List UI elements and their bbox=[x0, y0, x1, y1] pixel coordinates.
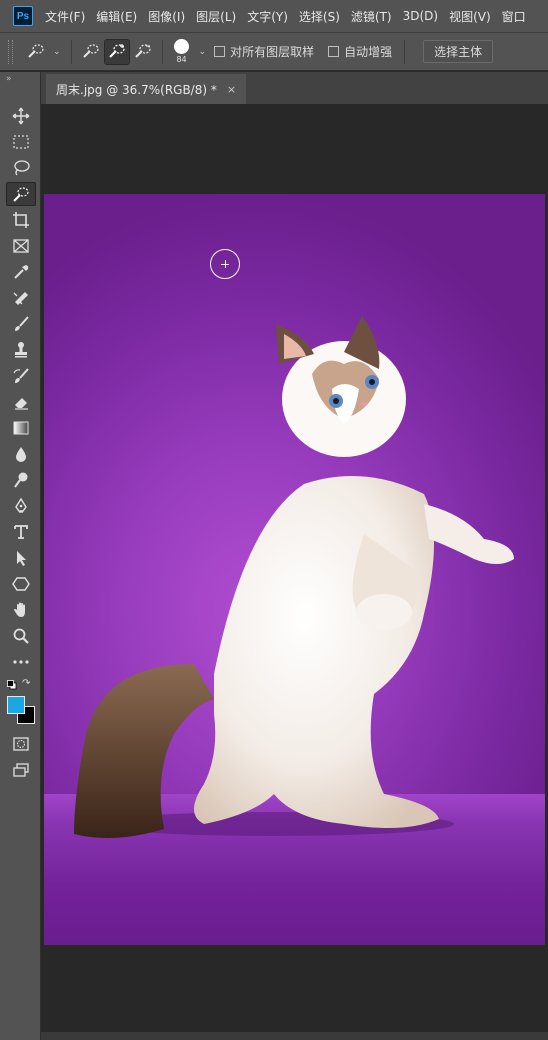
drop-icon bbox=[16, 447, 26, 462]
subtract-from-selection-button[interactable] bbox=[130, 39, 156, 65]
crop-icon bbox=[13, 212, 29, 228]
options-bar: ⌄ 84 ⌄ 对所有图层取样 自动增强 选择主体 bbox=[0, 33, 548, 71]
brush-tip-icon bbox=[174, 39, 190, 54]
magnifier-icon bbox=[13, 628, 29, 644]
brush-tool[interactable] bbox=[6, 312, 36, 336]
new-selection-button[interactable] bbox=[78, 39, 104, 65]
menu-bar: Ps 文件(F) 编辑(E) 图像(I) 图层(L) 文字(Y) 选择(S) 滤… bbox=[0, 0, 548, 33]
move-tool[interactable] bbox=[6, 104, 36, 128]
chevron-down-icon[interactable]: ⌄ bbox=[53, 47, 61, 57]
auto-enhance-checkbox[interactable] bbox=[328, 46, 340, 57]
document-canvas[interactable] bbox=[44, 194, 545, 945]
bandage-icon bbox=[13, 292, 28, 305]
auto-enhance-label: 自动增强 bbox=[344, 45, 393, 59]
lasso-tool[interactable] bbox=[6, 156, 36, 180]
sample-all-layers-label: 对所有图层取样 bbox=[230, 45, 315, 59]
eyedropper-tool[interactable] bbox=[6, 260, 36, 284]
chevron-down-icon[interactable]: ⌄ bbox=[199, 47, 207, 57]
close-icon[interactable]: × bbox=[227, 83, 236, 96]
foreground-color-swatch[interactable] bbox=[7, 696, 25, 714]
menu-image[interactable]: 图像(I) bbox=[148, 8, 185, 25]
blur-tool[interactable] bbox=[6, 442, 36, 466]
menu-layer[interactable]: 图层(L) bbox=[196, 8, 236, 25]
sample-all-layers-checkbox[interactable] bbox=[214, 46, 226, 57]
menu-3d[interactable]: 3D(D) bbox=[403, 9, 438, 23]
frame-icon bbox=[13, 239, 29, 253]
screen-mode-icon bbox=[13, 763, 29, 777]
add-selection-icon bbox=[108, 43, 125, 58]
crop-tool[interactable] bbox=[6, 208, 36, 232]
ellipsis-icon bbox=[13, 660, 29, 664]
rect-marquee-icon bbox=[13, 135, 29, 149]
menu-filter[interactable]: 滤镜(T) bbox=[351, 8, 392, 25]
quick-mask-button[interactable] bbox=[6, 732, 36, 756]
brush-size-value: 84 bbox=[176, 55, 187, 64]
marquee-tool[interactable] bbox=[6, 130, 36, 154]
workspace[interactable] bbox=[41, 104, 548, 1032]
separator bbox=[161, 39, 163, 64]
quick-select-preset-icon bbox=[28, 43, 44, 58]
new-selection-icon bbox=[82, 43, 99, 58]
photoshop-logo-icon[interactable]: Ps bbox=[13, 6, 33, 26]
hand-tool[interactable] bbox=[6, 598, 36, 622]
toolbox-collapse-icon[interactable]: » bbox=[0, 72, 40, 86]
pen-tool[interactable] bbox=[6, 494, 36, 518]
menu-type[interactable]: 文字(Y) bbox=[247, 8, 288, 25]
dodge-tool[interactable] bbox=[6, 468, 36, 492]
document-tab[interactable]: 周末.jpg @ 36.7%(RGB/8) * × bbox=[46, 74, 247, 104]
move-icon bbox=[12, 107, 30, 125]
document-tab-bar: 周末.jpg @ 36.7%(RGB/8) * × bbox=[41, 72, 548, 104]
separator bbox=[70, 39, 72, 64]
stamp-icon bbox=[15, 342, 27, 358]
arrow-icon bbox=[17, 551, 26, 566]
tool-preset-picker[interactable] bbox=[23, 39, 49, 65]
menu-view[interactable]: 视图(V) bbox=[449, 8, 491, 25]
hand-icon bbox=[14, 602, 25, 617]
more-tools[interactable] bbox=[6, 650, 36, 674]
eraser-icon bbox=[15, 398, 28, 410]
hexagon-icon bbox=[12, 577, 30, 591]
gradient-tool[interactable] bbox=[6, 416, 36, 440]
toolbox: » ↷ bbox=[0, 72, 41, 1040]
screen-mode-button[interactable] bbox=[6, 758, 36, 782]
brush-icon bbox=[15, 316, 29, 331]
clone-stamp-tool[interactable] bbox=[6, 338, 36, 362]
menu-file[interactable]: 文件(F) bbox=[45, 8, 85, 25]
history-brush-icon bbox=[13, 368, 29, 383]
dodge-icon bbox=[14, 472, 28, 488]
document-tab-title: 周末.jpg @ 36.7%(RGB/8) * bbox=[56, 82, 217, 97]
menu-window[interactable]: 窗口 bbox=[502, 8, 526, 25]
menu-edit[interactable]: 编辑(E) bbox=[96, 8, 137, 25]
healing-brush-tool[interactable] bbox=[6, 286, 36, 310]
eyedropper-icon bbox=[14, 265, 29, 279]
quick-mask-icon bbox=[13, 737, 29, 751]
path-selection-tool[interactable] bbox=[6, 546, 36, 570]
cat-photo bbox=[74, 316, 514, 838]
quick-select-icon bbox=[13, 187, 29, 202]
lasso-icon bbox=[14, 160, 30, 176]
subtract-selection-icon bbox=[134, 43, 151, 58]
options-grip[interactable] bbox=[8, 39, 13, 64]
pen-icon bbox=[15, 497, 27, 513]
swap-colors-icon[interactable]: ↷ bbox=[22, 678, 30, 689]
brush-cursor-icon bbox=[210, 249, 240, 279]
zoom-tool[interactable] bbox=[6, 624, 36, 648]
default-colors-icon[interactable] bbox=[7, 680, 17, 690]
eraser-tool[interactable] bbox=[6, 390, 36, 414]
type-icon bbox=[14, 525, 28, 539]
select-subject-button[interactable]: 选择主体 bbox=[423, 40, 494, 63]
add-to-selection-button[interactable] bbox=[103, 38, 130, 65]
history-brush-tool[interactable] bbox=[6, 364, 36, 388]
frame-tool[interactable] bbox=[6, 234, 36, 258]
type-tool[interactable] bbox=[6, 520, 36, 544]
status-bar bbox=[41, 1032, 548, 1040]
shape-tool[interactable] bbox=[6, 572, 36, 596]
menu-select[interactable]: 选择(S) bbox=[299, 8, 340, 25]
quick-selection-tool[interactable] bbox=[6, 182, 36, 206]
separator bbox=[404, 39, 406, 64]
gradient-icon bbox=[13, 421, 29, 435]
brush-size-picker[interactable]: 84 bbox=[169, 36, 195, 68]
